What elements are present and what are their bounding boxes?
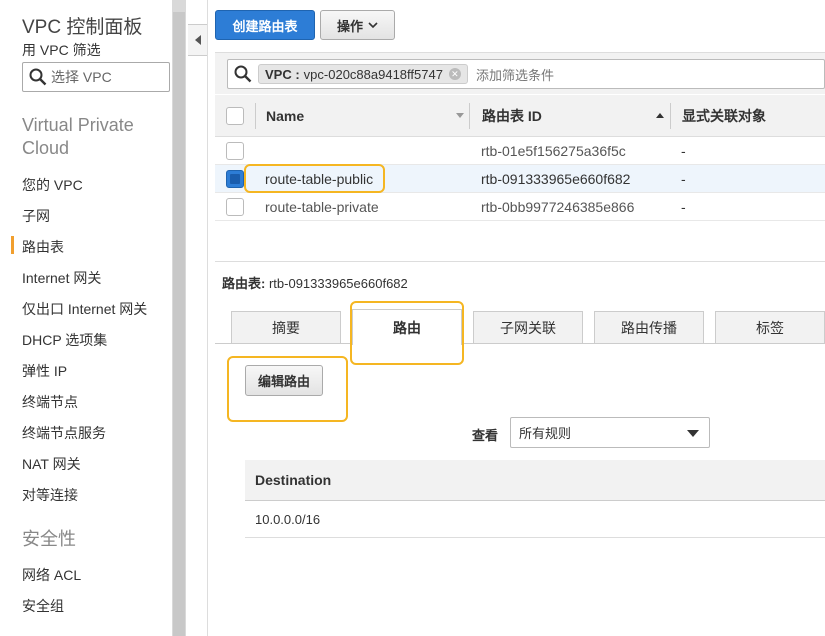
collapse-sidebar-button[interactable] <box>188 24 208 56</box>
sidebar-item-internet-gateways[interactable]: Internet 网关 <box>22 268 101 288</box>
sidebar-item-elastic-ips[interactable]: 弹性 IP <box>22 361 67 381</box>
view-rules-value: 所有规则 <box>519 426 572 441</box>
table-row[interactable]: route-table-private rtb-0bb9977246385e86… <box>215 193 825 221</box>
sidebar-title[interactable]: VPC 控制面板 <box>22 12 142 39</box>
routes-table-header: Destination <box>245 460 825 501</box>
filter-placeholder: 添加筛选条件 <box>475 67 554 83</box>
panel-divider <box>207 0 208 636</box>
highlight-selected-name <box>244 164 385 193</box>
highlight-edit-routes <box>227 356 348 422</box>
sidebar-item-endpoints[interactable]: 终端节点 <box>22 392 78 412</box>
column-separator <box>469 103 470 129</box>
chip-key: VPC : <box>265 66 300 82</box>
sidebar-item-route-tables[interactable]: 路由表 <box>22 237 64 257</box>
tab-subnet-associations[interactable]: 子网关联 <box>473 311 583 343</box>
column-header-destination[interactable]: Destination <box>255 460 331 501</box>
vpc-select-input[interactable]: 选择 VPC <box>22 62 170 92</box>
table-header: Name 路由表 ID 显式关联对象 <box>215 95 825 137</box>
vpc-filter-label: 用 VPC 筛选 <box>22 42 101 58</box>
table-row[interactable]: 10.0.0.0/16 <box>245 502 825 538</box>
row-name: route-table-private <box>265 199 379 215</box>
column-header-name[interactable]: Name <box>266 95 304 137</box>
view-label: 查看 <box>472 428 499 443</box>
column-header-associations[interactable]: 显式关联对象 <box>682 95 766 137</box>
tab-summary[interactable]: 摘要 <box>231 311 341 343</box>
sidebar-item-egress-only-gateways[interactable]: 仅出口 Internet 网关 <box>22 299 147 319</box>
sidebar-item-endpoint-services[interactable]: 终端节点服务 <box>22 423 106 443</box>
chevron-left-icon <box>194 35 201 45</box>
row-associations: - <box>681 171 686 187</box>
search-icon <box>234 65 252 83</box>
sidebar-item-subnets[interactable]: 子网 <box>22 206 50 226</box>
actions-dropdown-button[interactable]: 操作 <box>320 10 395 40</box>
filter-input[interactable]: VPC : vpc-020c88a9418ff5747 ✕ 添加筛选条件 <box>227 59 825 89</box>
vpc-select-placeholder: 选择 VPC <box>51 69 112 85</box>
chevron-down-icon <box>368 21 378 28</box>
filter-bar: VPC : vpc-020c88a9418ff5747 ✕ 添加筛选条件 <box>215 52 825 94</box>
section-virtual-private-cloud: Virtual Private Cloud <box>22 115 134 158</box>
sidebar-item-vpcs[interactable]: 您的 VPC <box>22 175 83 195</box>
sort-down-icon[interactable] <box>456 113 464 119</box>
chip-value: vpc-020c88a9418ff5747 <box>303 66 443 82</box>
row-checkbox[interactable] <box>226 142 244 160</box>
sidebar-item-network-acls[interactable]: 网络 ACL <box>22 565 81 585</box>
tabs-baseline <box>215 343 825 344</box>
actions-label: 操作 <box>336 18 363 34</box>
section-security: 安全性 <box>22 529 76 549</box>
table-row[interactable]: rtb-01e5f156275a36f5c - <box>215 137 825 165</box>
sidebar: VPC 控制面板 用 VPC 筛选 选择 VPC Virtual Private… <box>0 0 172 636</box>
close-icon[interactable]: ✕ <box>448 68 461 80</box>
detail-header: 路由表: rtb-091333965e660f682 <box>222 273 408 292</box>
sidebar-scrollbar-thumb[interactable] <box>173 12 185 636</box>
column-header-route-table-id[interactable]: 路由表 ID <box>482 95 542 137</box>
caret-down-icon <box>687 430 699 437</box>
route-destination: 10.0.0.0/16 <box>255 512 321 527</box>
tab-route-propagation[interactable]: 路由传播 <box>594 311 704 343</box>
highlight-routes-tab <box>350 301 464 365</box>
row-route-table-id: rtb-0bb9977246385e866 <box>481 199 635 215</box>
sidebar-item-peering[interactable]: 对等连接 <box>22 485 78 505</box>
create-route-table-button[interactable]: 创建路由表 <box>215 10 315 40</box>
column-separator <box>255 103 256 129</box>
sidebar-item-dhcp-options[interactable]: DHCP 选项集 <box>22 330 107 350</box>
search-icon <box>29 68 47 86</box>
row-route-table-id: rtb-01e5f156275a36f5c <box>481 143 626 159</box>
row-associations: - <box>681 199 686 215</box>
row-checkbox[interactable] <box>226 170 244 188</box>
active-item-marker <box>11 236 14 254</box>
sidebar-item-security-groups[interactable]: 安全组 <box>22 596 64 616</box>
sidebar-item-nat-gateways[interactable]: NAT 网关 <box>22 454 81 474</box>
detail-label: 路由表: <box>222 276 266 291</box>
select-all-checkbox[interactable] <box>226 107 244 125</box>
row-associations: - <box>681 143 686 159</box>
tab-tags[interactable]: 标签 <box>715 311 825 343</box>
row-route-table-id: rtb-091333965e660f682 <box>481 171 631 187</box>
detail-route-table-id: rtb-091333965e660f682 <box>268 276 408 291</box>
vpc-filter-chip[interactable]: VPC : vpc-020c88a9418ff5747 ✕ <box>258 64 468 84</box>
column-separator <box>670 103 671 129</box>
sort-up-icon[interactable] <box>656 112 664 118</box>
row-checkbox[interactable] <box>226 198 244 216</box>
detail-separator <box>215 261 825 262</box>
view-rules-select[interactable]: 所有规则 <box>510 417 710 448</box>
